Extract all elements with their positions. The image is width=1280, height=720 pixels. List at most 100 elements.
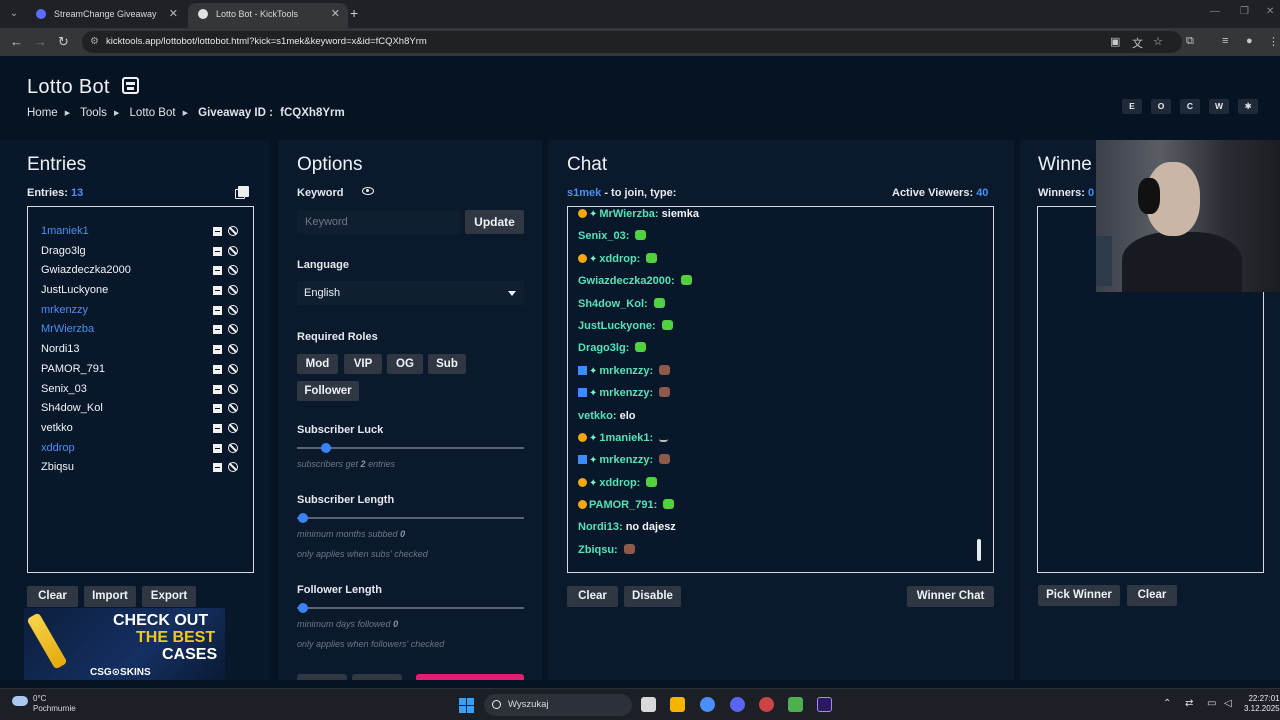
notepad-icon[interactable] bbox=[788, 697, 803, 712]
close-window-icon[interactable]: ✕ bbox=[1266, 6, 1274, 17]
eye-icon[interactable] bbox=[362, 187, 374, 195]
remove-entry-icon[interactable] bbox=[213, 246, 222, 256]
ban-icon[interactable] bbox=[228, 245, 238, 256]
chat-username[interactable]: xddrop: bbox=[599, 477, 640, 489]
follower-length-handle[interactable] bbox=[298, 603, 308, 613]
ban-icon[interactable] bbox=[228, 285, 238, 296]
minimize-icon[interactable]: — bbox=[1210, 6, 1220, 17]
taskbar-search[interactable]: Wyszukaj bbox=[484, 694, 632, 716]
ban-icon[interactable] bbox=[228, 363, 238, 374]
forward-icon[interactable]: → bbox=[34, 34, 47, 49]
breadcrumb-lottobot[interactable]: Lotto Bot bbox=[130, 107, 176, 119]
follower-length-slider[interactable] bbox=[297, 607, 524, 609]
entries-clear-button[interactable]: Clear bbox=[27, 586, 78, 607]
ban-icon[interactable] bbox=[228, 422, 238, 433]
ban-icon[interactable] bbox=[228, 383, 238, 394]
tray-chevron-up-icon[interactable]: ⌃ bbox=[1163, 698, 1171, 709]
display-icon[interactable]: ▭ bbox=[1207, 698, 1216, 709]
start-button[interactable] bbox=[416, 674, 524, 680]
taskbar-clock[interactable]: 22:27:01 3.12.2025 bbox=[1244, 694, 1280, 714]
url-field[interactable]: ⚙ kicktools.app/lottobot/lottobot.html?k… bbox=[82, 31, 1182, 53]
subscriber-luck-slider[interactable] bbox=[297, 447, 524, 449]
ban-icon[interactable] bbox=[228, 462, 238, 473]
volume-icon[interactable]: ◁ bbox=[1224, 698, 1232, 709]
maximize-icon[interactable]: ❐ bbox=[1240, 6, 1249, 17]
site-info-icon[interactable]: ⚙ bbox=[90, 31, 99, 53]
tab-lottobot[interactable]: Lotto Bot - KickTools ✕ bbox=[188, 3, 348, 28]
cloud-icon[interactable] bbox=[12, 696, 28, 706]
chat-username[interactable]: Sh4dow_Kol: bbox=[578, 298, 648, 310]
breadcrumb-home[interactable]: Home bbox=[27, 107, 58, 119]
role-og-button[interactable]: OG bbox=[387, 354, 423, 374]
subscriber-luck-handle[interactable] bbox=[321, 443, 331, 453]
menu-dots-icon[interactable]: ⋮ bbox=[1268, 35, 1279, 48]
keyword-input[interactable]: Keyword bbox=[297, 210, 460, 234]
chat-username[interactable]: Drago3lg: bbox=[578, 342, 629, 354]
remove-entry-icon[interactable] bbox=[213, 423, 222, 433]
app-icon[interactable] bbox=[759, 697, 774, 712]
theme-button-o[interactable]: O bbox=[1151, 99, 1171, 114]
subscriber-length-handle[interactable] bbox=[298, 513, 308, 523]
update-button[interactable]: Update bbox=[465, 210, 524, 234]
ban-icon[interactable] bbox=[228, 442, 238, 453]
theme-button-c[interactable]: C bbox=[1180, 99, 1200, 114]
ban-icon[interactable] bbox=[228, 344, 238, 355]
chrome-icon[interactable] bbox=[700, 697, 715, 712]
chat-disable-button[interactable]: Disable bbox=[624, 586, 681, 607]
new-tab-icon[interactable]: + bbox=[350, 5, 358, 21]
chat-username[interactable]: vetkko: bbox=[578, 410, 617, 422]
options-button-stub[interactable] bbox=[297, 674, 347, 680]
network-icon[interactable]: ⇄ bbox=[1185, 698, 1193, 709]
remove-entry-icon[interactable] bbox=[213, 286, 222, 296]
tab-search-icon[interactable]: ⌄ bbox=[6, 6, 22, 22]
chat-username[interactable]: JustLuckyone: bbox=[578, 320, 656, 332]
role-mod-button[interactable]: Mod bbox=[297, 354, 338, 374]
remove-entry-icon[interactable] bbox=[213, 266, 222, 276]
remove-entry-icon[interactable] bbox=[213, 305, 222, 315]
chat-username[interactable]: Senix_03: bbox=[578, 230, 629, 242]
chat-clear-button[interactable]: Clear bbox=[567, 586, 618, 607]
close-tab-icon[interactable]: ✕ bbox=[169, 3, 178, 25]
extensions-icon[interactable]: ⧉ bbox=[1186, 35, 1194, 48]
weather-widget[interactable]: 0°C Pochmurnie bbox=[33, 694, 76, 714]
remove-entry-icon[interactable] bbox=[213, 364, 222, 374]
ban-icon[interactable] bbox=[228, 265, 238, 276]
chat-username[interactable]: Nordi13: bbox=[578, 521, 623, 533]
chat-log[interactable]: ✦ MrWierzba: siemka Senix_03: ✦ xddrop: Gwi… bbox=[567, 206, 994, 573]
options-button-stub[interactable] bbox=[352, 674, 402, 680]
chat-username[interactable]: mrkenzzy: bbox=[599, 387, 653, 399]
premiere-icon[interactable] bbox=[817, 697, 832, 712]
windows-start-icon[interactable] bbox=[459, 698, 474, 713]
chat-username[interactable]: MrWierzba: bbox=[599, 208, 658, 220]
remove-entry-icon[interactable] bbox=[213, 443, 222, 453]
chat-username[interactable]: 1maniek1: bbox=[599, 432, 653, 444]
channel-name[interactable]: s1mek bbox=[567, 187, 601, 199]
breadcrumb-tools[interactable]: Tools bbox=[80, 107, 107, 119]
chat-username[interactable]: xddrop: bbox=[599, 253, 640, 265]
role-vip-button[interactable]: VIP bbox=[344, 354, 382, 374]
translate-icon[interactable]: 文 bbox=[1132, 35, 1143, 51]
chat-scrollbar[interactable] bbox=[977, 539, 981, 561]
chat-username[interactable]: Zbiqsu: bbox=[578, 544, 618, 556]
reload-icon[interactable]: ↻ bbox=[58, 34, 69, 50]
ban-icon[interactable] bbox=[228, 304, 238, 315]
discord-icon[interactable] bbox=[730, 697, 745, 712]
theme-button-e[interactable]: E bbox=[1122, 99, 1142, 114]
chat-username[interactable]: PAMOR_791: bbox=[589, 499, 657, 511]
entries-import-button[interactable]: Import bbox=[84, 586, 136, 607]
profile-avatar[interactable]: ● bbox=[1246, 35, 1253, 47]
winners-clear-button[interactable]: Clear bbox=[1127, 585, 1177, 606]
subscriber-length-slider[interactable] bbox=[297, 517, 524, 519]
chat-username[interactable]: Gwiazdeczka2000: bbox=[578, 275, 675, 287]
reading-list-icon[interactable]: ≡ bbox=[1222, 35, 1228, 47]
remove-entry-icon[interactable] bbox=[213, 404, 222, 414]
theme-button-w[interactable]: W bbox=[1209, 99, 1229, 114]
close-tab-icon[interactable]: ✕ bbox=[331, 3, 340, 25]
theme-toggle-icon[interactable]: ✱ bbox=[1238, 99, 1258, 114]
chat-username[interactable]: mrkenzzy: bbox=[599, 454, 653, 466]
remove-entry-icon[interactable] bbox=[213, 384, 222, 394]
role-sub-button[interactable]: Sub bbox=[428, 354, 466, 374]
remove-entry-icon[interactable] bbox=[213, 463, 222, 473]
pick-winner-button[interactable]: Pick Winner bbox=[1038, 585, 1120, 606]
file-explorer-icon[interactable] bbox=[670, 697, 685, 712]
